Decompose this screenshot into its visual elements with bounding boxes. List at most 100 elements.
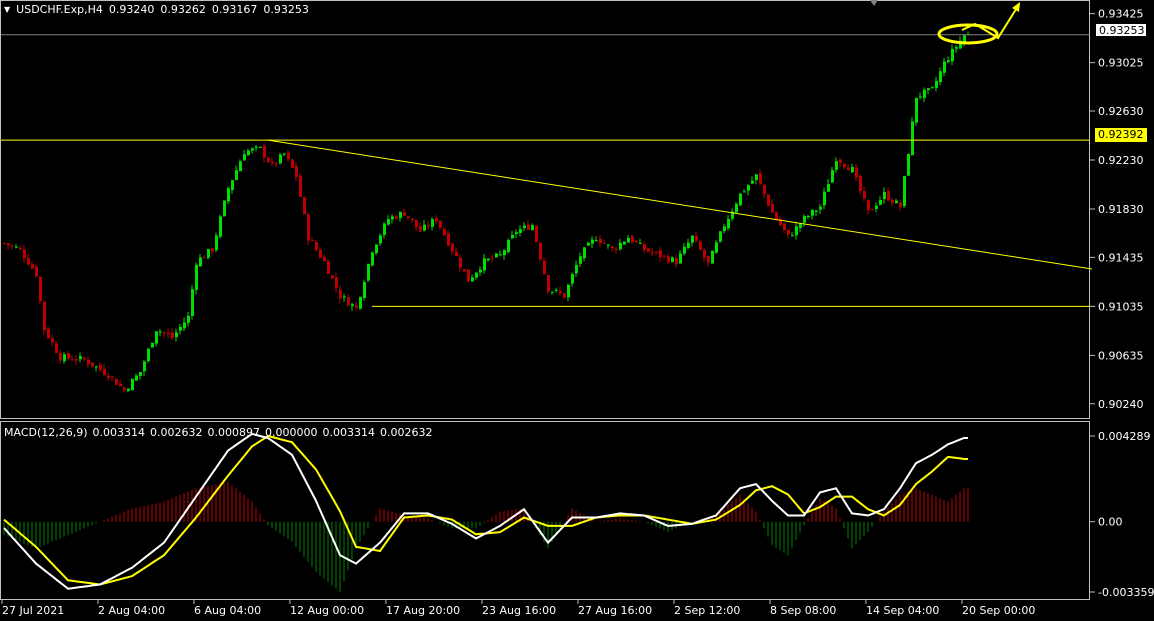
candle [79,352,82,363]
candle [323,254,326,262]
scroll-marker-icon[interactable] [870,0,878,6]
candle [203,255,206,259]
descending-trendline[interactable] [267,139,1093,270]
candle [763,184,766,199]
candle [667,253,670,264]
candle [843,163,846,170]
candle [183,317,186,332]
candle [127,387,130,393]
candle [947,56,950,64]
candle [859,174,862,194]
candle [219,214,222,239]
candle [279,152,282,165]
time-tick-label: 12 Aug 00:00 [290,604,364,617]
candle [135,373,138,382]
candle [523,222,526,232]
candle [275,162,278,168]
macd-v1: 0.003314 [92,426,146,439]
candle [491,254,494,263]
candle [695,231,698,243]
price-tick-label: 0.91035 [1098,300,1144,313]
time-tick-label: 2 Aug 04:00 [98,604,165,617]
candle [383,221,386,239]
low-value: 0.93167 [211,3,258,16]
candle [99,362,102,373]
candle [699,239,702,251]
candle [247,148,250,157]
candle [123,386,126,393]
candle [175,328,178,342]
candle [495,252,498,258]
dropdown-triangle-icon[interactable]: ▼ [4,5,10,14]
candle [627,235,630,243]
candle [359,296,362,311]
candle [771,199,774,213]
candle [943,57,946,77]
candle [651,247,654,257]
symbol-label: USDCHF.Exp,H4 [16,3,103,16]
candle [611,245,614,252]
price-tick-label: 0.92230 [1098,154,1144,167]
candle [963,34,966,47]
candle [887,187,890,202]
candles-layer [3,31,970,393]
time-tick-label: 6 Aug 04:00 [194,604,261,617]
macd-tick-label: 0.00 [1098,516,1123,529]
candle [407,216,410,221]
candle [431,217,434,231]
candle [11,244,14,250]
candle [751,176,754,185]
candle [599,234,602,247]
candle [591,236,594,249]
candle [575,260,578,277]
candle [87,356,90,368]
candle [419,222,422,232]
price-tick-label: 0.90240 [1098,398,1144,411]
price-tick-label: 0.90635 [1098,349,1144,362]
candle [619,239,622,251]
candle [463,269,466,273]
candle [907,153,910,176]
candle [423,220,426,232]
candle [27,253,30,266]
candle [95,365,98,372]
chart-title-bar[interactable]: ▼ USDCHF.Exp,H4 0.93240 0.93262 0.93167 … [4,3,309,16]
candle [623,241,626,246]
candle [111,375,114,382]
candle [31,260,34,270]
candle [435,215,438,225]
candle [191,284,194,320]
candle [847,164,850,171]
candle [479,266,482,276]
candle [271,157,274,167]
candle [535,224,538,243]
candle [767,193,770,208]
candle [343,293,346,302]
candle [411,218,414,223]
chart-canvas[interactable]: 0.93425 0.93025 0.92630 0.92230 0.91830 0.914… [0,0,1154,621]
candle [571,272,574,287]
candle [327,258,330,274]
candle [155,331,158,347]
candle [335,272,338,293]
candle [199,254,202,268]
candle [43,301,46,335]
candle [195,262,198,295]
candle [83,356,86,362]
candle [551,291,554,295]
candle [787,229,790,238]
candle [831,166,834,183]
candle [63,352,66,364]
candle [427,220,430,230]
candle [339,285,342,304]
candle [19,245,22,251]
candle [559,286,562,296]
candle [255,144,258,152]
candle [211,247,214,256]
price-axis: 0.93425 0.93025 0.92630 0.92230 0.91830 0.914… [1090,8,1144,411]
candle [867,199,870,215]
candle [643,241,646,254]
candle [303,196,306,216]
candle [835,157,838,173]
candle [259,146,262,149]
